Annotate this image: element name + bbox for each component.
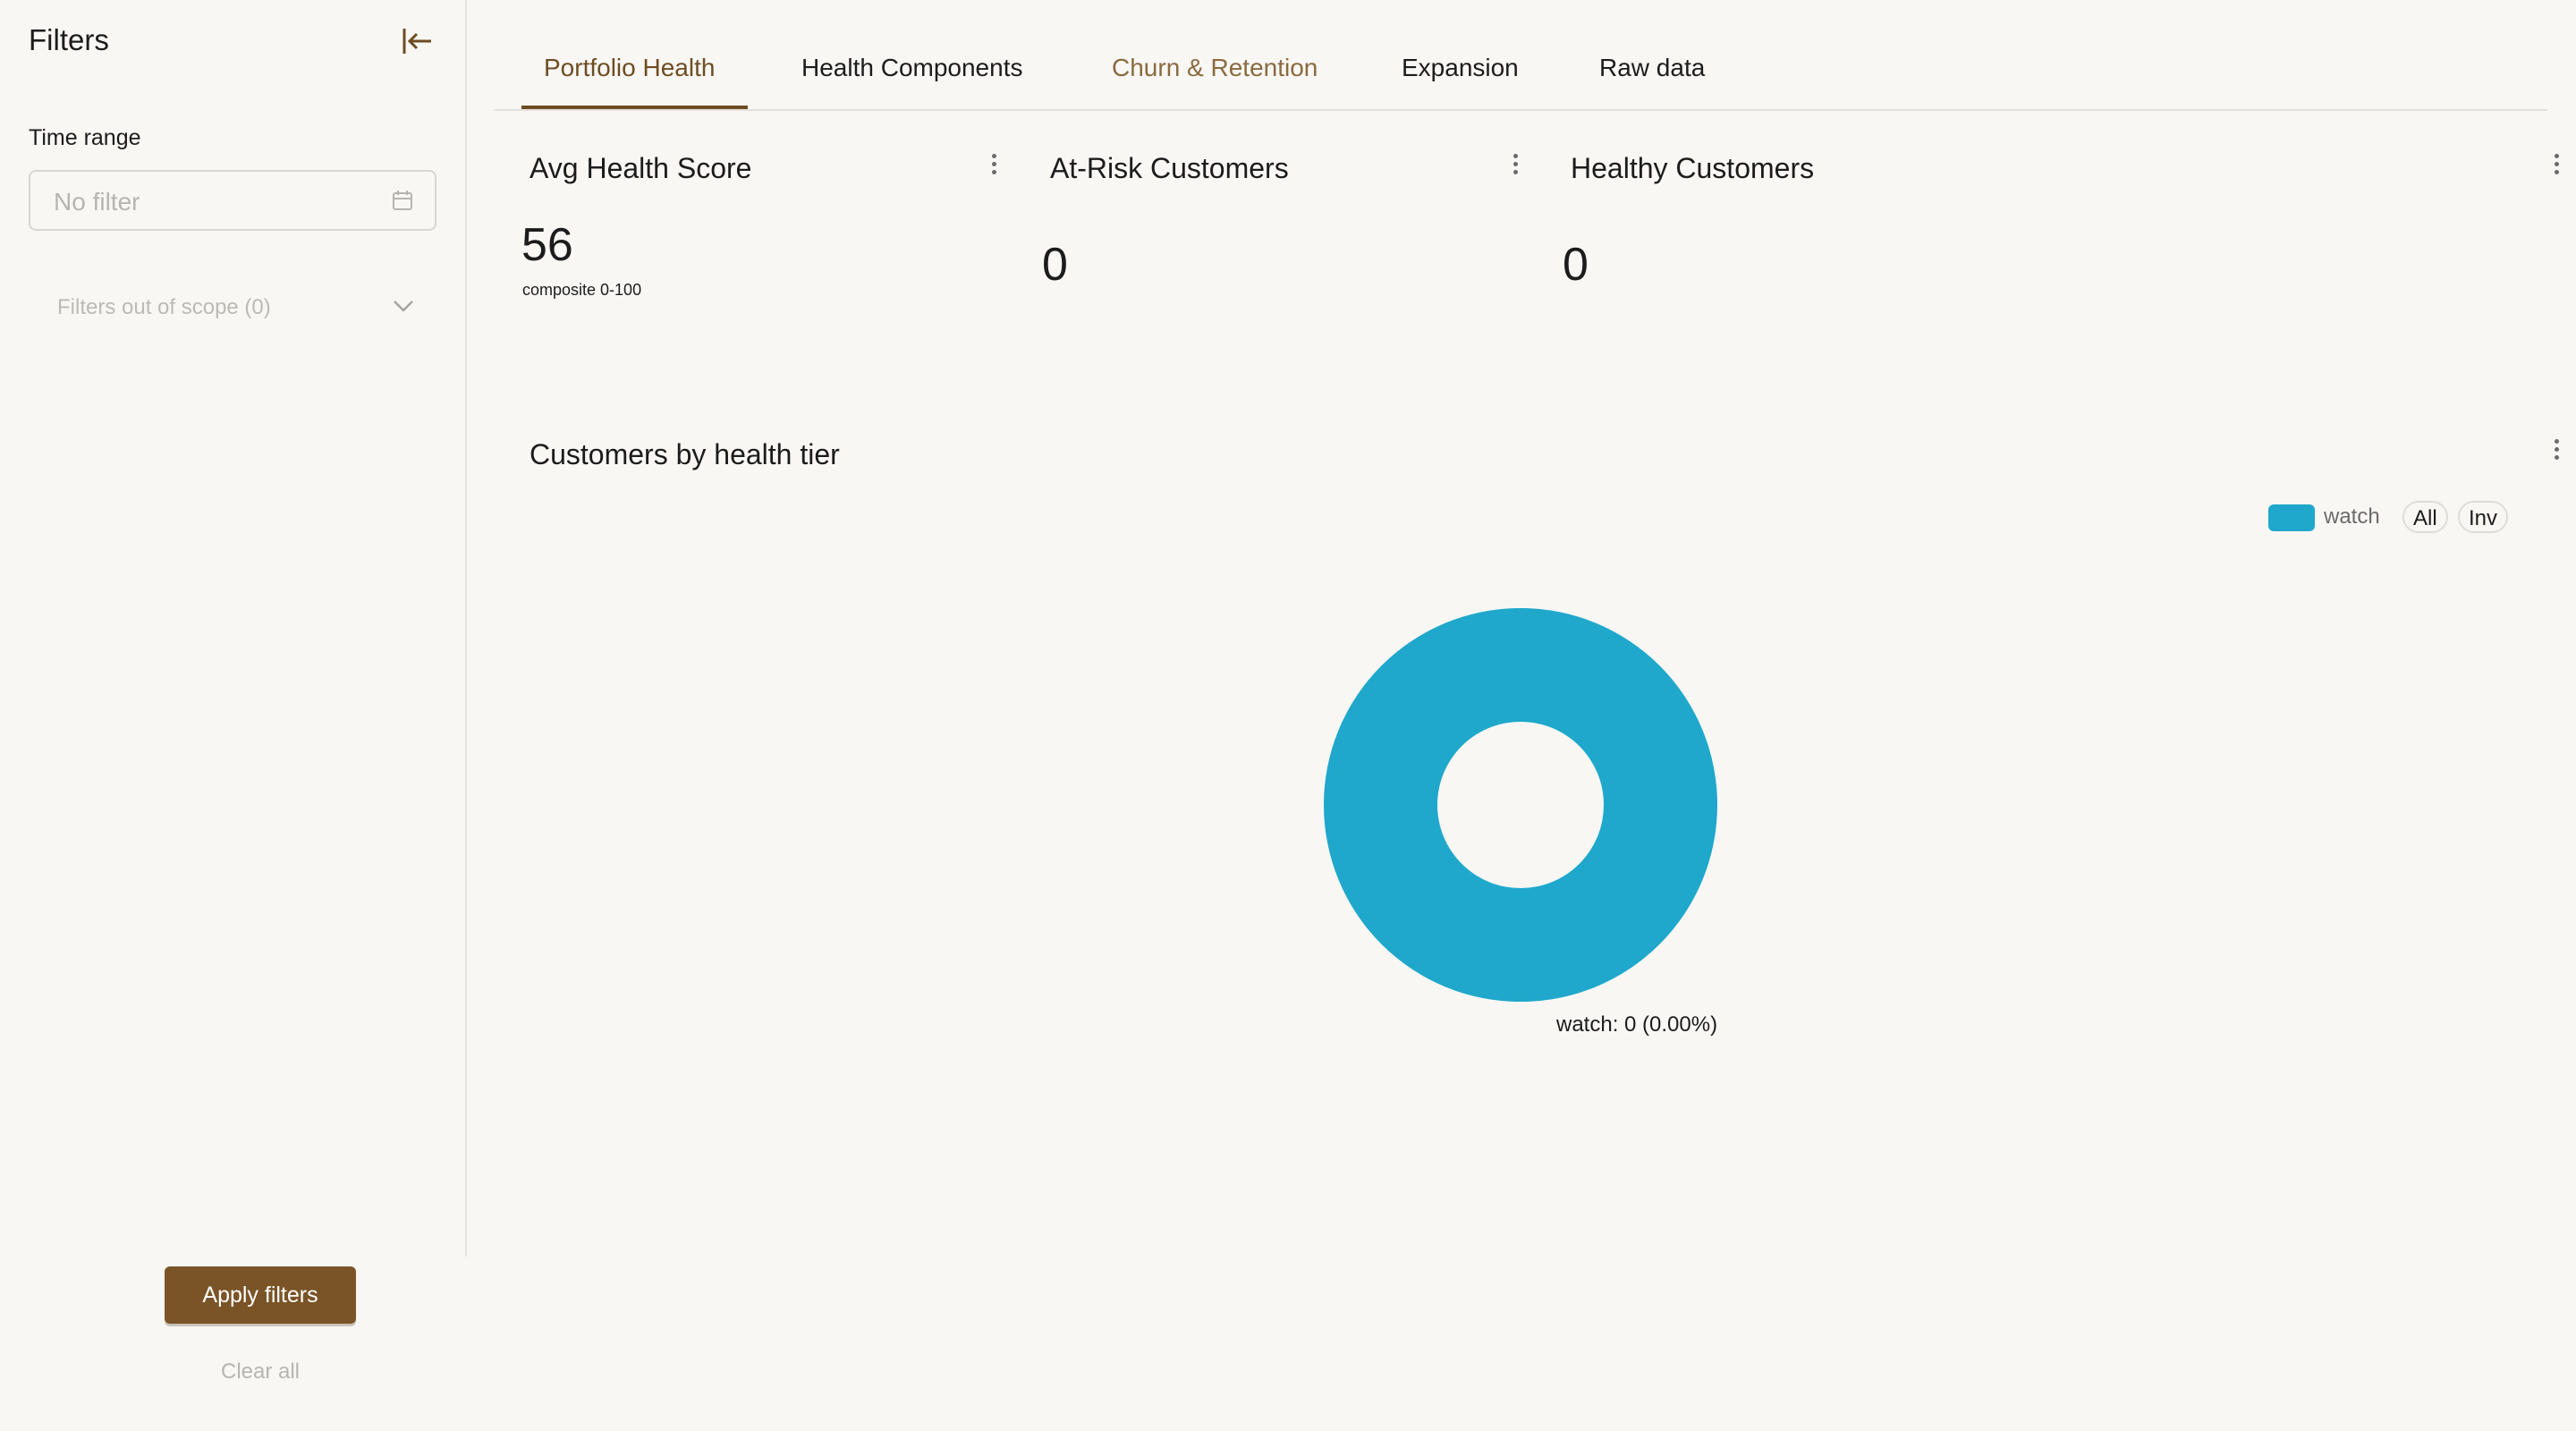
filters-out-of-scope-toggle[interactable]: Filters out of scope (0)	[57, 295, 415, 324]
tab-expansion[interactable]: Expansion	[1402, 54, 1519, 82]
time-range-label: Time range	[29, 125, 141, 150]
sidebar-divider	[465, 0, 467, 1257]
chart-menu-icon[interactable]	[2547, 436, 2565, 471]
donut-chart	[1324, 608, 1717, 1002]
legend-invert-button[interactable]: Inv	[2458, 501, 2509, 533]
filters-title: Filters	[29, 23, 109, 56]
tab-health-components[interactable]: Health Components	[801, 54, 1022, 82]
avg-health-score-subtitle: composite 0-100	[522, 281, 642, 299]
healthy-customers-menu-icon[interactable]	[2547, 150, 2565, 186]
healthy-customers-title: Healthy Customers	[1571, 152, 1815, 184]
active-tab-indicator	[521, 106, 748, 109]
legend-swatch-watch[interactable]	[2268, 504, 2315, 531]
slice-label-watch: watch: 0 (0.00%)	[1556, 1012, 1718, 1037]
donut-slice-watch[interactable]	[1324, 608, 1717, 1002]
healthy-customers-value: 0	[1563, 239, 1589, 291]
collapse-left-icon[interactable]	[399, 25, 435, 57]
time-range-placeholder: No filter	[54, 188, 140, 216]
filters-out-of-scope-label: Filters out of scope (0)	[57, 295, 271, 319]
clear-all-button[interactable]: Clear all	[165, 1359, 356, 1384]
apply-filters-button[interactable]: Apply filters	[165, 1266, 356, 1324]
chevron-down-icon	[394, 301, 413, 312]
tab-portfolio-health[interactable]: Portfolio Health	[544, 54, 715, 82]
time-range-input[interactable]: No filter	[29, 170, 436, 231]
at-risk-customers-menu-icon[interactable]	[1506, 150, 1524, 186]
tab-raw-data[interactable]: Raw data	[1599, 54, 1705, 82]
at-risk-customers-title: At-Risk Customers	[1050, 152, 1289, 184]
chart-title: Customers by health tier	[530, 438, 840, 470]
avg-health-score-title: Avg Health Score	[530, 152, 752, 184]
legend-label-watch[interactable]: watch	[2324, 504, 2380, 529]
filters-sidebar: Filters Time range No filter Filters out…	[0, 0, 465, 1431]
avg-health-score-value: 56	[521, 219, 573, 271]
calendar-icon	[393, 191, 412, 210]
tab-churn-retention[interactable]: Churn & Retention	[1112, 54, 1318, 82]
avg-health-score-menu-icon[interactable]	[985, 150, 1003, 186]
legend-select-all-button[interactable]: All	[2402, 501, 2448, 533]
at-risk-customers-value: 0	[1042, 239, 1068, 291]
